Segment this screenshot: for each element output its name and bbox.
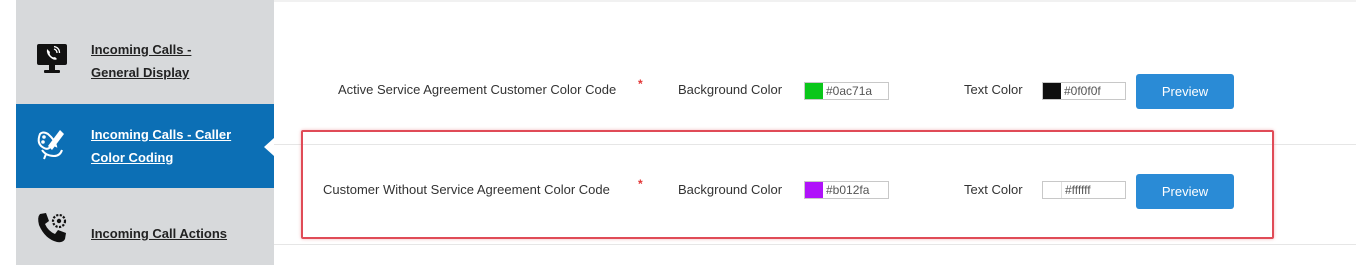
color-code-row-active-agreement: Active Service Agreement Customer Color … (274, 70, 1356, 110)
required-indicator: * (638, 77, 643, 91)
sidebar-item-label: Incoming Calls - General Display (91, 42, 192, 80)
color-swatch[interactable] (1043, 83, 1061, 99)
active-indicator (264, 138, 274, 156)
sidebar-item-general-display[interactable]: Incoming Calls - General Display (16, 17, 274, 102)
background-color-label: Background Color (678, 82, 783, 97)
color-value: #0f0f0f (1064, 84, 1101, 98)
sidebar-item-call-actions[interactable]: Incoming Call Actions (16, 190, 274, 265)
sidebar: Incoming Calls - General Display Incomin… (16, 0, 274, 265)
sidebar-item-label: Incoming Calls - Caller Color Coding (91, 127, 232, 165)
row-divider (274, 244, 1356, 245)
text-color-label: Text Color (964, 82, 1023, 97)
text-color-input[interactable]: #0f0f0f (1042, 82, 1126, 100)
paint-palette-icon (34, 126, 70, 162)
preview-button[interactable]: Preview (1136, 74, 1234, 109)
monitor-phone-icon (34, 41, 70, 77)
color-value: #0ac71a (826, 84, 873, 98)
highlight-box (301, 130, 1274, 239)
phone-gear-icon (34, 210, 70, 246)
top-divider (274, 0, 1356, 2)
color-swatch[interactable] (805, 83, 823, 99)
sidebar-item-caller-color-coding[interactable]: Incoming Calls - Caller Color Coding (16, 104, 274, 188)
field-label: Active Service Agreement Customer Color … (338, 82, 617, 97)
background-color-input[interactable]: #0ac71a (804, 82, 889, 100)
sidebar-item-label: Incoming Call Actions (91, 226, 228, 241)
